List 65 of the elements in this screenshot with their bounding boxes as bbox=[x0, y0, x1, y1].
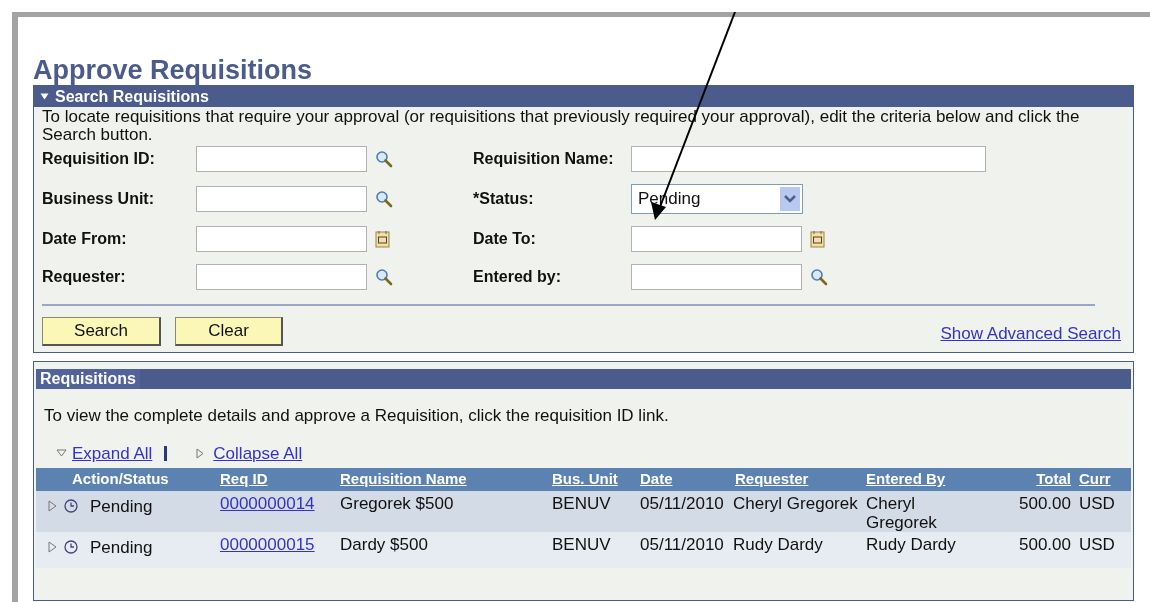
expand-triangle-icon[interactable] bbox=[56, 449, 67, 458]
search-icon[interactable] bbox=[810, 268, 828, 286]
advanced-search-link[interactable]: Show Advanced Search bbox=[940, 320, 1121, 346]
clock-icon bbox=[64, 499, 78, 514]
search-icon[interactable] bbox=[375, 150, 393, 168]
status-text: Pending bbox=[90, 536, 153, 559]
calendar-icon[interactable] bbox=[375, 230, 390, 248]
field-label: Requisition ID: bbox=[42, 149, 156, 169]
clear-button[interactable]: Clear bbox=[175, 317, 283, 346]
panel-header[interactable]: Search Requisitions bbox=[34, 86, 1133, 107]
column-header-link[interactable]: Bus. Unit bbox=[552, 470, 618, 487]
field-label: Business Unit: bbox=[42, 189, 155, 209]
input-field[interactable] bbox=[196, 226, 367, 252]
column-header-link[interactable]: Total bbox=[1036, 470, 1071, 487]
table-cell: Cheryl Gregorek bbox=[733, 493, 858, 513]
field-label: *Status: bbox=[473, 189, 535, 209]
table-cell: 05/11/2010 bbox=[640, 493, 724, 513]
column-header-link[interactable]: Requisition Name bbox=[340, 470, 467, 487]
field-label: Date To: bbox=[473, 229, 537, 249]
input-field[interactable] bbox=[196, 146, 367, 172]
panel-title: Requisitions bbox=[36, 369, 140, 389]
table-cell: Rudy Dardy bbox=[866, 534, 956, 554]
search-icon[interactable] bbox=[375, 190, 393, 208]
column-header-link[interactable]: Entered By bbox=[866, 470, 946, 487]
field-label: Entered by: bbox=[473, 267, 562, 287]
search-button[interactable]: Search bbox=[42, 317, 161, 346]
collapse-triangle-icon[interactable] bbox=[196, 447, 205, 459]
table-cell: 500.00 bbox=[1019, 534, 1071, 554]
clock-icon bbox=[64, 540, 78, 555]
search-icon[interactable] bbox=[375, 268, 393, 286]
table-cell: Rudy Dardy bbox=[733, 534, 823, 554]
column-header: Action/Status bbox=[72, 470, 169, 487]
table-cell: 500.00 bbox=[1019, 493, 1071, 513]
column-header-link[interactable]: Curr bbox=[1079, 470, 1111, 487]
column-header-link[interactable]: Requester bbox=[735, 470, 809, 487]
input-field[interactable] bbox=[631, 226, 802, 252]
panel-title: Search Requisitions bbox=[55, 86, 209, 107]
row-expand-triangle-icon[interactable] bbox=[48, 500, 58, 513]
table-cell: Dardy $500 bbox=[340, 534, 428, 554]
instructions-text: To view the complete details and approve a Requisition, click the requisition ID link. bbox=[44, 405, 670, 427]
table-cell: BENUV bbox=[552, 493, 611, 513]
collapse-triangle-icon[interactable] bbox=[40, 93, 49, 100]
table-cell: Gregorek $500 bbox=[340, 493, 454, 513]
table-cell: USD bbox=[1079, 493, 1115, 513]
page-title: Approve Requisitions bbox=[33, 55, 314, 85]
table-cell: USD bbox=[1079, 534, 1115, 554]
calendar-icon[interactable] bbox=[810, 230, 825, 248]
table-cell: 05/11/2010 bbox=[640, 534, 724, 554]
requisition-id-link[interactable]: 0000000014 bbox=[220, 493, 315, 513]
field-label: Requisition Name: bbox=[473, 149, 615, 169]
expand-all-link[interactable]: Expand All bbox=[72, 440, 153, 466]
input-field[interactable] bbox=[196, 264, 367, 290]
input-field[interactable] bbox=[196, 186, 367, 212]
column-header-link[interactable]: Date bbox=[640, 470, 673, 487]
table-cell: Cheryl Gregorek bbox=[866, 493, 937, 532]
table-cell: BENUV bbox=[552, 534, 611, 554]
column-header-link[interactable]: Req ID bbox=[220, 470, 268, 487]
field-label: Requester: bbox=[42, 267, 127, 287]
requisition-id-link[interactable]: 0000000015 bbox=[220, 534, 315, 554]
input-field[interactable] bbox=[631, 146, 986, 172]
status-text: Pending bbox=[90, 495, 153, 518]
field-label: Date From: bbox=[42, 229, 128, 249]
row-expand-triangle-icon[interactable] bbox=[48, 541, 58, 554]
input-field[interactable] bbox=[631, 264, 802, 290]
collapse-all-link[interactable]: Collapse All bbox=[213, 440, 303, 466]
